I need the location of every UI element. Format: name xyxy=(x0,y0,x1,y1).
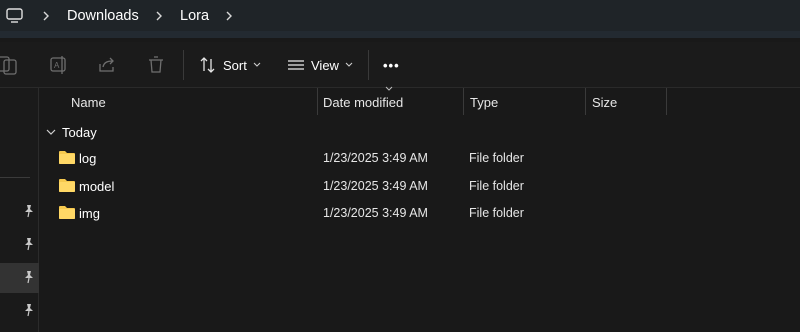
column-header-label: Size xyxy=(592,94,618,110)
file-date-modified: 1/23/2025 3:49 AM xyxy=(323,151,428,165)
breadcrumb-label: Downloads xyxy=(67,7,139,24)
folder-icon xyxy=(59,206,75,219)
pin-icon[interactable] xyxy=(22,303,36,317)
column-header-size[interactable]: Size xyxy=(592,88,664,116)
chevron-down-icon xyxy=(46,129,56,135)
command-bar: A Sort View ••• xyxy=(0,42,800,88)
svg-text:A: A xyxy=(54,61,60,70)
navigation-pane xyxy=(0,88,39,332)
breadcrumb-downloads[interactable]: Downloads xyxy=(67,0,139,31)
toolbar-separator xyxy=(183,50,184,80)
pin-icon[interactable] xyxy=(22,237,36,251)
file-row[interactable]: img 1/23/2025 3:49 AM File folder xyxy=(40,199,800,227)
file-type: File folder xyxy=(469,151,524,165)
column-resize-handle[interactable] xyxy=(317,88,318,115)
chevron-down-icon xyxy=(345,62,353,67)
view-label: View xyxy=(311,57,339,73)
breadcrumb-chevron[interactable] xyxy=(154,0,164,31)
more-icon: ••• xyxy=(383,57,400,73)
copy-icon[interactable] xyxy=(0,54,22,76)
column-header-label: Date modified xyxy=(323,94,404,110)
toolbar-separator xyxy=(368,50,369,80)
column-resize-handle[interactable] xyxy=(585,88,586,115)
file-name[interactable]: model xyxy=(79,172,114,200)
file-name[interactable]: log xyxy=(79,144,96,172)
column-header-name[interactable]: Name xyxy=(71,88,315,116)
sort-icon xyxy=(200,57,215,73)
computer-icon xyxy=(6,7,23,23)
address-bar: Downloads Lora xyxy=(0,0,800,38)
chevron-right-icon xyxy=(43,11,49,20)
sort-label: Sort xyxy=(223,57,247,73)
delete-icon[interactable] xyxy=(145,54,167,76)
view-button[interactable]: View xyxy=(287,53,353,77)
file-type: File folder xyxy=(469,179,524,193)
chevron-down-icon xyxy=(253,62,261,67)
chevron-right-icon xyxy=(156,11,162,20)
column-resize-handle[interactable] xyxy=(463,88,464,115)
column-header-date-modified[interactable]: Date modified xyxy=(323,88,461,116)
breadcrumb-chevron[interactable] xyxy=(224,0,234,31)
file-date-modified: 1/23/2025 3:49 AM xyxy=(323,206,428,220)
this-pc-button[interactable] xyxy=(5,0,25,31)
column-header-label: Name xyxy=(71,94,106,110)
breadcrumb-label: Lora xyxy=(180,7,210,24)
folder-icon xyxy=(59,179,75,192)
column-header-type[interactable]: Type xyxy=(470,88,582,116)
breadcrumb-lora[interactable]: Lora xyxy=(180,0,209,31)
view-icon xyxy=(288,60,304,70)
more-button[interactable]: ••• xyxy=(383,53,400,77)
folder-icon xyxy=(59,151,75,164)
file-type: File folder xyxy=(469,206,524,220)
address-bar-strip xyxy=(0,31,800,38)
file-name[interactable]: img xyxy=(79,199,100,227)
chevron-right-icon xyxy=(226,11,232,20)
pin-icon[interactable] xyxy=(22,270,36,284)
column-resize-handle[interactable] xyxy=(666,88,667,115)
rename-icon[interactable]: A xyxy=(48,54,70,76)
group-header-today[interactable]: Today xyxy=(46,124,97,140)
group-label: Today xyxy=(62,124,97,140)
column-header-label: Type xyxy=(470,94,499,110)
breadcrumb-chevron[interactable] xyxy=(41,0,51,31)
share-icon[interactable] xyxy=(96,54,118,76)
file-date-modified: 1/23/2025 3:49 AM xyxy=(323,179,428,193)
pin-icon[interactable] xyxy=(22,204,36,218)
file-row[interactable]: model 1/23/2025 3:49 AM File folder xyxy=(40,172,800,200)
sort-button[interactable]: Sort xyxy=(199,53,261,77)
nav-divider xyxy=(0,177,30,178)
file-row[interactable]: log 1/23/2025 3:49 AM File folder xyxy=(40,144,800,172)
